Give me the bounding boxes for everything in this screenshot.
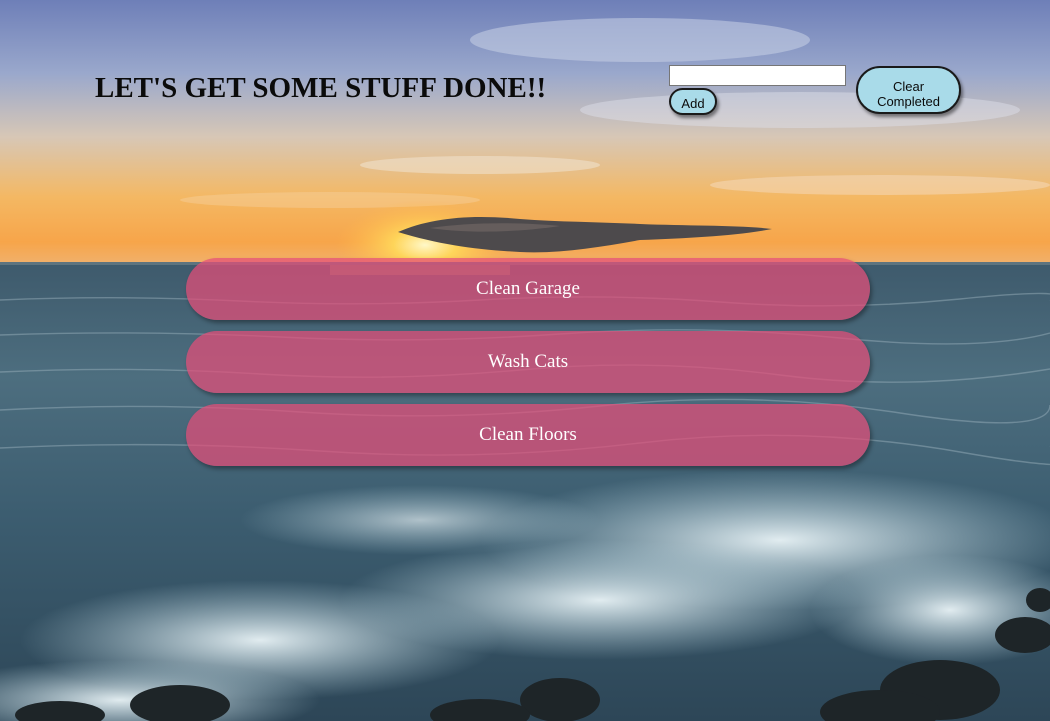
- task-item[interactable]: Clean Floors: [186, 404, 870, 466]
- task-label: Clean Garage: [476, 278, 580, 299]
- task-label: Wash Cats: [487, 351, 569, 372]
- task-label: Clean Floors: [479, 424, 577, 445]
- clear-completed-button[interactable]: Clear Completed: [856, 66, 961, 114]
- task-item[interactable]: Wash Cats: [186, 331, 870, 393]
- task-list: Clean Garage Wash Cats Clean Floors: [186, 258, 870, 477]
- add-task-button[interactable]: Add: [669, 88, 717, 115]
- task-item[interactable]: Clean Garage: [186, 258, 870, 320]
- new-task-input[interactable]: [669, 65, 846, 86]
- page-title: LET'S GET SOME STUFF DONE!!: [95, 72, 547, 104]
